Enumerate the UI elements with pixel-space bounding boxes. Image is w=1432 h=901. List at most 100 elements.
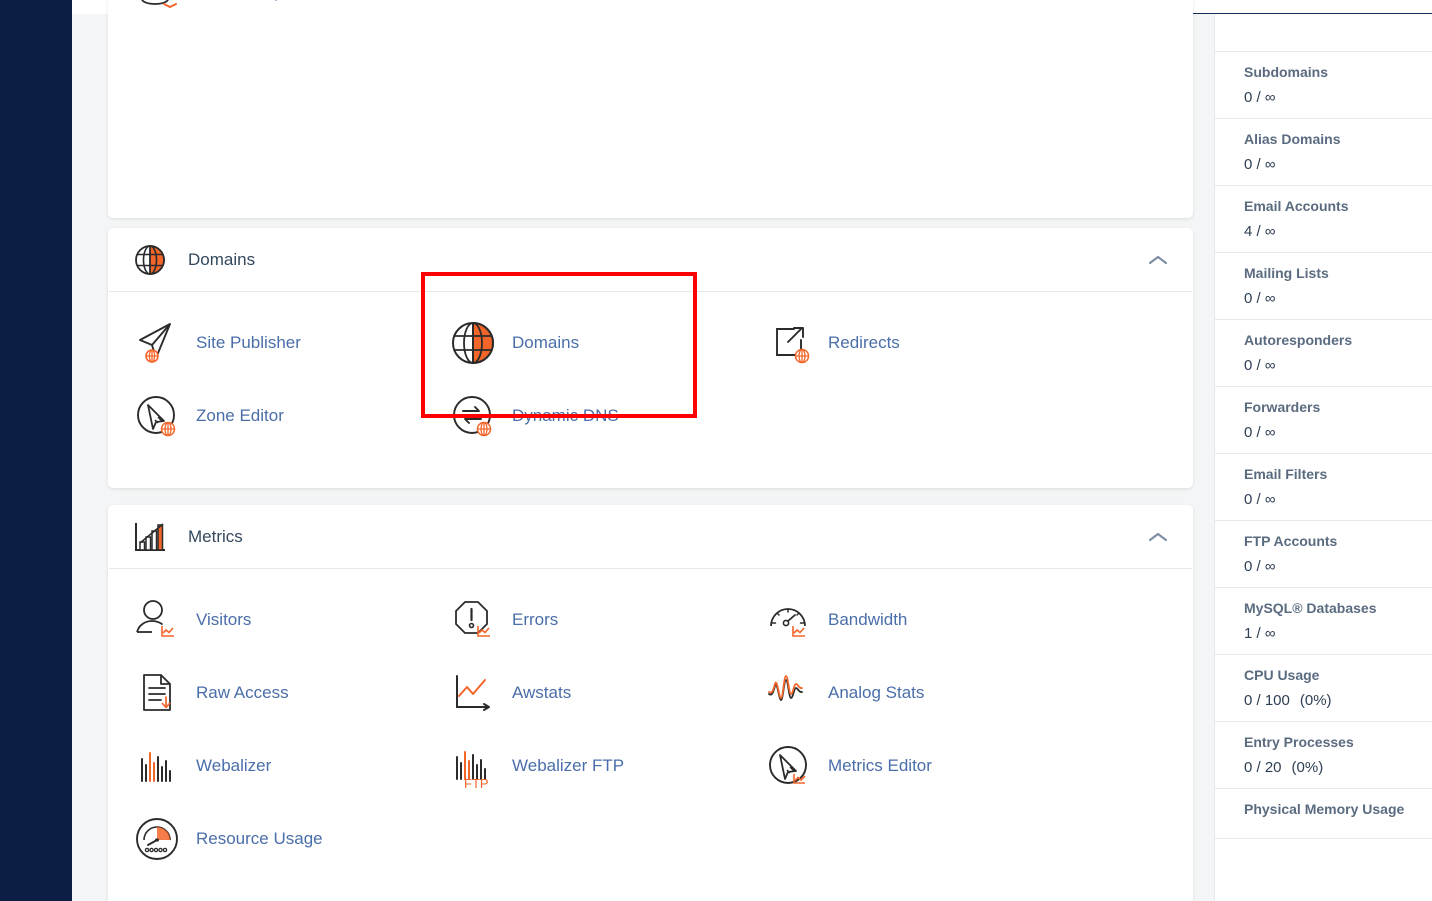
stat-value: 0 / ∞: [1244, 290, 1276, 307]
card-metrics-title: Metrics: [188, 526, 243, 546]
chevron-up-icon[interactable]: [1145, 247, 1171, 273]
stat-row-cpu-usage: CPU Usage 0 / 100 (0%): [1215, 655, 1432, 722]
stat-label: Subdomains: [1244, 64, 1329, 80]
feature-label: Errors: [512, 609, 559, 629]
feature-label: Remote MySQL®: [196, 0, 329, 2]
svg-text:FTP: FTP: [464, 776, 489, 791]
stat-row-email-accounts: Email Accounts 4 / ∞: [1215, 186, 1432, 253]
stat-value: 0 / ∞: [1244, 357, 1276, 374]
feature-visitors[interactable]: Visitors: [108, 583, 424, 656]
stat-value: 0 / ∞: [1244, 491, 1276, 508]
stat-value: 1 / ∞: [1244, 625, 1276, 642]
stats-panel: 0 / ∞ Subdomains 0 / ∞ Alias Domains 0 /…: [1214, 14, 1432, 901]
stat-value-percent: (0%): [1291, 759, 1324, 776]
dynamic-dns-icon: [446, 389, 500, 443]
stat-row: 0 / ∞: [1215, 14, 1432, 52]
chevron-up-icon[interactable]: [1145, 524, 1171, 550]
analog-stats-icon: [762, 666, 816, 720]
stat-value: 0 / ∞: [1244, 156, 1276, 173]
card-metrics: Metrics Visitors Errors Bandwidth Raw Ac…: [108, 505, 1193, 901]
feature-label: Site Publisher: [196, 332, 301, 352]
stat-row-forwarders: Forwarders 0 / ∞: [1215, 387, 1432, 454]
feature-label: Dynamic DNS: [512, 405, 619, 425]
card-metrics-header[interactable]: Metrics: [108, 505, 1193, 568]
feature-metrics-editor[interactable]: Metrics Editor: [740, 729, 1056, 802]
feature-label: Webalizer: [196, 755, 272, 775]
feature-awstats[interactable]: Awstats: [424, 656, 740, 729]
stat-value: 0 / ∞: [1244, 424, 1276, 441]
left-nav-rail[interactable]: ager: [0, 0, 72, 901]
card-databases: Databases php phpMyAdmin: [108, 0, 1193, 218]
stat-label: Alias Domains: [1244, 131, 1341, 147]
card-domains-header[interactable]: Domains: [108, 228, 1193, 291]
feature-errors[interactable]: Errors: [424, 583, 740, 656]
bandwidth-icon: [762, 593, 816, 647]
stat-row-subdomains: Subdomains 0 / ∞: [1215, 52, 1432, 119]
stat-value: 0 / ∞: [1244, 558, 1276, 575]
raw-access-icon: [130, 666, 184, 720]
card-metrics-body: Visitors Errors Bandwidth Raw Access Aws…: [108, 569, 1193, 897]
stat-label: FTP Accounts: [1244, 533, 1338, 549]
feature-remote-mysql[interactable]: Remote MySQL®: [108, 0, 424, 28]
feature-label: Resource Usage: [196, 828, 323, 848]
stat-label: Email Accounts: [1244, 198, 1349, 214]
webalizer-ftp-icon: FTP: [446, 739, 500, 793]
stat-row-email-filters: Email Filters 0 / ∞: [1215, 454, 1432, 521]
stat-value: 0 / ∞: [1244, 14, 1276, 18]
stat-row-ftp-accounts: FTP Accounts 0 / ∞: [1215, 521, 1432, 588]
feature-label: Awstats: [512, 682, 572, 702]
stat-label: CPU Usage: [1244, 667, 1320, 683]
bar-chart-icon: [130, 517, 170, 557]
feature-label: Webalizer FTP: [512, 755, 625, 775]
cpanel-page: ager Databases: [0, 0, 1432, 901]
card-domains: Domains Site Publisher Domains Redirects…: [108, 228, 1193, 488]
stat-value: 0 / 20 (0%): [1244, 759, 1432, 776]
feature-domains[interactable]: Domains: [424, 306, 740, 379]
feature-zone-editor[interactable]: Zone Editor: [108, 379, 424, 452]
stat-label: Forwarders: [1244, 399, 1321, 415]
metrics-editor-icon: [762, 739, 816, 793]
errors-icon: [446, 593, 500, 647]
remote-mysql-icon: [130, 0, 184, 19]
stat-value: 4 / ∞: [1244, 223, 1276, 240]
feature-resource-usage[interactable]: Resource Usage: [108, 802, 424, 875]
feature-webalizer[interactable]: Webalizer: [108, 729, 424, 802]
stat-label: Autoresponders: [1244, 332, 1353, 348]
card-domains-body: Site Publisher Domains Redirects Zone Ed…: [108, 292, 1193, 474]
feature-label: Redirects: [828, 332, 900, 352]
feature-site-publisher[interactable]: Site Publisher: [108, 306, 424, 379]
stat-row-physical-memory-usage: Physical Memory Usage: [1215, 789, 1432, 839]
stat-label: Email Filters: [1244, 466, 1328, 482]
feature-label: Bandwidth: [828, 609, 908, 629]
redirects-icon: [762, 316, 816, 370]
feature-label: Raw Access: [196, 682, 289, 702]
visitors-icon: [130, 593, 184, 647]
feature-label: Zone Editor: [196, 405, 284, 425]
stat-value-percent: (0%): [1299, 692, 1332, 709]
stat-label: Mailing Lists: [1244, 265, 1329, 281]
site-publisher-icon: [130, 316, 184, 370]
resource-usage-icon: [130, 812, 184, 866]
feature-dynamic-dns[interactable]: Dynamic DNS: [424, 379, 740, 452]
feature-label: Analog Stats: [828, 682, 925, 702]
feature-webalizer-ftp[interactable]: FTP Webalizer FTP: [424, 729, 740, 802]
feature-redirects[interactable]: Redirects: [740, 306, 1056, 379]
feature-raw-access[interactable]: Raw Access: [108, 656, 424, 729]
stat-row-entry-processes: Entry Processes 0 / 20 (0%): [1215, 722, 1432, 789]
stat-value: 0 / 100 (0%): [1244, 692, 1432, 709]
stat-label: Physical Memory Usage: [1244, 801, 1405, 817]
feature-bandwidth[interactable]: Bandwidth: [740, 583, 1056, 656]
stat-value: 0 / ∞: [1244, 89, 1276, 106]
globe-icon: [446, 316, 500, 370]
stat-label: Entry Processes: [1244, 734, 1354, 750]
awstats-icon: [446, 666, 500, 720]
stat-row-alias-domains: Alias Domains 0 / ∞: [1215, 119, 1432, 186]
stat-label: MySQL® Databases: [1244, 600, 1377, 616]
stat-value-number: 0 / 20: [1244, 759, 1282, 776]
feature-label: Domains: [512, 332, 580, 352]
feature-label: Metrics Editor: [828, 755, 932, 775]
globe-icon: [130, 240, 170, 280]
zone-editor-icon: [130, 389, 184, 443]
feature-analog-stats[interactable]: Analog Stats: [740, 656, 1056, 729]
feature-label: Visitors: [196, 609, 252, 629]
